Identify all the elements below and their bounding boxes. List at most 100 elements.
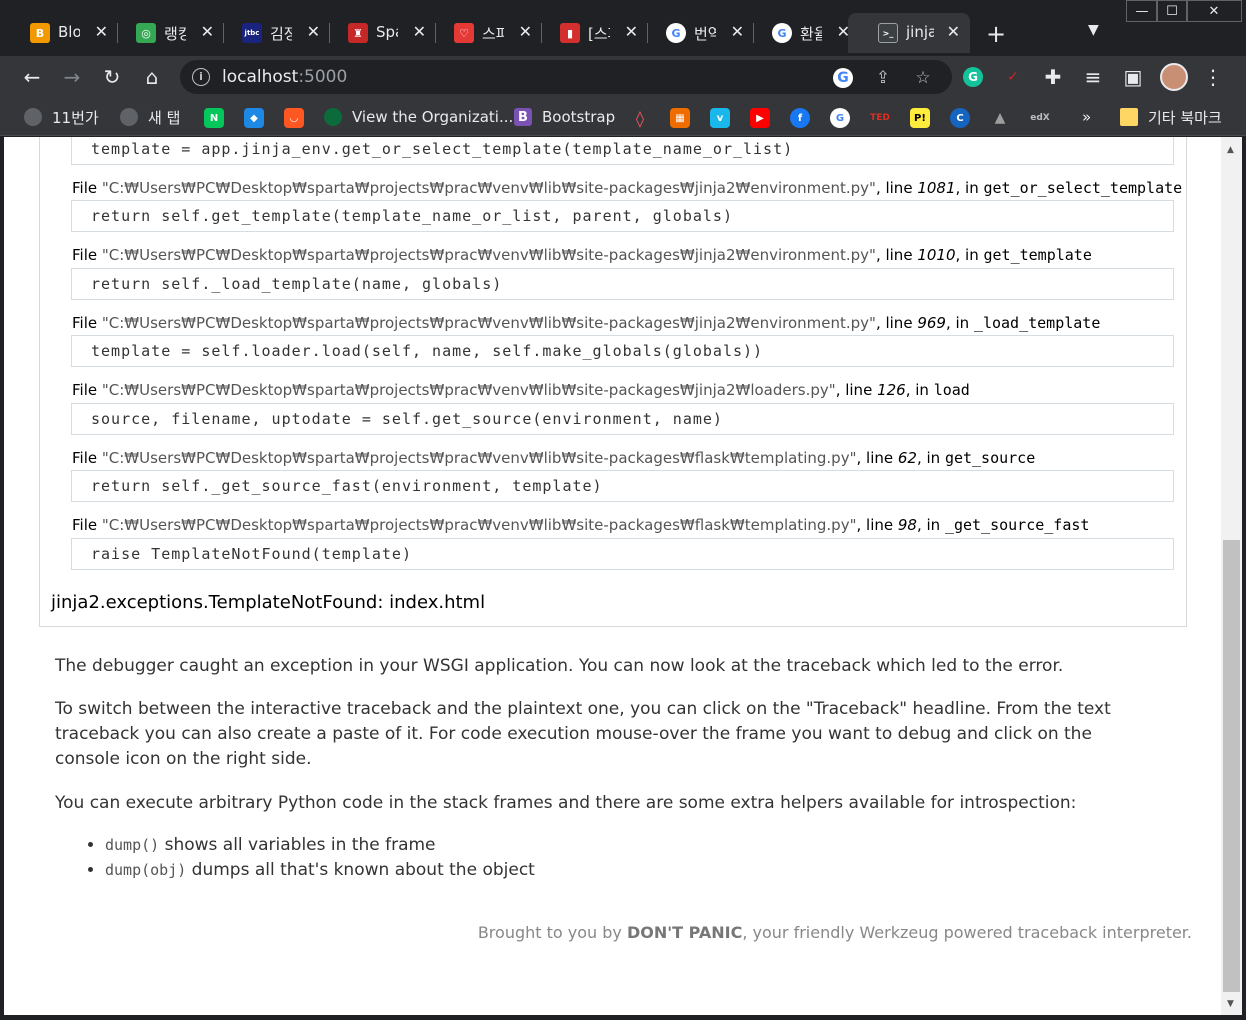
share-icon[interactable]: ⇪ (872, 67, 894, 89)
programmers-icon[interactable]: P! (910, 108, 930, 128)
frame-code[interactable]: return self._load_template(name, globals… (71, 268, 1174, 300)
address-bar[interactable]: i localhost:5000 G ⇪ ☆ (180, 60, 952, 94)
frame-file-line: File "C:₩Users₩PC₩Desktop₩sparta₩project… (72, 516, 1089, 534)
tab-search-chevron-icon[interactable]: ▼ (1088, 22, 1099, 38)
vimeo-icon[interactable]: v (710, 108, 730, 128)
scrollbar-thumb[interactable] (1223, 540, 1240, 992)
airbnb-icon[interactable]: ◊ (630, 108, 650, 128)
frame-path: "C:₩Users₩PC₩Desktop₩sparta₩projects₩pra… (101, 314, 876, 332)
vertical-scrollbar[interactable]: ▲ ▼ (1221, 137, 1242, 1015)
bookmarks-bar (0, 98, 1246, 136)
file-label: File (72, 179, 102, 197)
frame-function: _load_template (973, 314, 1101, 332)
checkmark-extension-icon[interactable]: ✓ (1000, 64, 1026, 90)
tab-sparta-2[interactable]: ♡ 스파 ✕ (424, 13, 542, 53)
frame-code[interactable]: return self._get_source_fast(environment… (71, 470, 1174, 502)
bookmark-label: Bootstrap (542, 108, 616, 126)
tab-title: 번역 (694, 25, 716, 43)
tab-blog[interactable]: B Blog ✕ (0, 13, 118, 53)
tab-sparta[interactable]: ♜ Spa ✕ (318, 13, 436, 53)
explanation-paragraph: To switch between the interactive traceb… (55, 699, 1111, 769)
frame-path: "C:₩Users₩PC₩Desktop₩sparta₩projects₩pra… (101, 179, 876, 197)
in-label: , in (955, 179, 984, 197)
new-tab-plus-icon[interactable]: + (986, 20, 1006, 48)
pocket-icon[interactable]: ◡ (284, 108, 304, 128)
bookmarks-overflow-button[interactable]: » (1082, 107, 1091, 127)
other-bookmarks-folder[interactable]: 기타 북마크 (1120, 107, 1222, 127)
tab-title: 랭킹 (164, 25, 186, 43)
bookmark-view-organization[interactable]: View the Organizati... (324, 107, 513, 127)
scroll-up-arrow-icon[interactable]: ▲ (1227, 145, 1234, 155)
file-label: File (72, 314, 102, 332)
close-tab-icon[interactable]: ✕ (947, 22, 960, 41)
reload-icon[interactable]: ↻ (99, 64, 125, 90)
side-panel-icon[interactable]: ▣ (1120, 64, 1146, 90)
tab-translate[interactable]: G 번역 ✕ (636, 13, 754, 53)
shop-icon[interactable]: ▦ (670, 108, 690, 128)
frame-line-number: 62 (897, 449, 917, 467)
tower-icon[interactable]: ▲ (990, 108, 1010, 128)
line-label: , line (835, 381, 878, 399)
media-control-icon[interactable]: ≡ (1080, 64, 1106, 90)
frame-code[interactable]: return self.get_template(template_name_o… (71, 200, 1174, 232)
bootstrap-icon: B (514, 108, 532, 126)
tab-jinja-active[interactable]: >_ jinja ✕ (848, 13, 970, 53)
in-label: , in (955, 246, 984, 264)
in-label: , in (916, 516, 945, 534)
frame-function: _get_source_fast (944, 516, 1090, 534)
url-text[interactable]: localhost:5000 (222, 67, 347, 87)
page-viewport: template = app.jinja_env.get_or_select_t… (4, 137, 1221, 1015)
forward-arrow-icon[interactable]: → (59, 64, 85, 90)
tab-title: 김정 (270, 25, 292, 43)
tab-title: [스파 (588, 25, 610, 43)
frame-code[interactable]: template = self.loader.load(self, name, … (71, 335, 1174, 367)
blogger-icon: B (30, 23, 50, 43)
maximize-button[interactable]: ☐ (1156, 0, 1188, 22)
globe-icon (24, 108, 42, 126)
bookmark-label: 기타 북마크 (1148, 108, 1222, 127)
tab-news[interactable]: jtbc 김정 ✕ (212, 13, 330, 53)
bookmark-11st[interactable]: 11번가 (24, 107, 99, 127)
facebook-icon[interactable]: f (790, 108, 810, 128)
google-icon: G (666, 23, 686, 43)
google-icon[interactable]: G (830, 108, 850, 128)
grammarly-extension-icon[interactable]: G (960, 64, 986, 90)
scroll-down-arrow-icon[interactable]: ▼ (1227, 999, 1234, 1009)
tab-ranking[interactable]: ◎ 랭킹 ✕ (106, 13, 224, 53)
line-label: , line (856, 449, 898, 467)
url-host: localhost (222, 67, 299, 87)
frame-line-number: 1010 (917, 246, 956, 264)
frame-path: "C:₩Users₩PC₩Desktop₩sparta₩projects₩pra… (101, 246, 876, 264)
helper-code: dump(obj) (105, 861, 187, 879)
naver-icon[interactable]: N (204, 108, 224, 128)
site-info-icon[interactable]: i (192, 68, 210, 86)
frame-path: "C:₩Users₩PC₩Desktop₩sparta₩projects₩pra… (101, 516, 857, 534)
heart-icon: ♡ (454, 23, 474, 43)
vscode-bookmark-icon[interactable]: ◆ (244, 108, 264, 128)
bookmark-bootstrap[interactable]: B Bootstrap (514, 107, 615, 127)
menu-kebab-icon[interactable]: ⋮ (1200, 64, 1226, 90)
google-lens-icon[interactable]: G (832, 67, 854, 89)
minimize-button[interactable]: — (1126, 0, 1158, 22)
bookmark-new-tab[interactable]: 새 탭 (120, 107, 180, 127)
jtbc-news-icon: jtbc (242, 23, 262, 43)
tab-title: jinja (906, 23, 934, 41)
tab-sparta-3[interactable]: ▮ [스파 ✕ (530, 13, 648, 53)
in-label: , in (916, 449, 945, 467)
frame-code[interactable]: raise TemplateNotFound(template) (71, 538, 1174, 570)
profile-avatar[interactable] (1160, 63, 1188, 91)
frame-code[interactable]: source, filename, uptodate = self.get_so… (71, 403, 1174, 435)
youtube-icon[interactable]: ▶ (750, 108, 770, 128)
c-bookmark-icon[interactable]: C (950, 108, 970, 128)
back-arrow-icon[interactable]: ← (19, 64, 45, 90)
ted-icon[interactable]: TED (870, 108, 890, 128)
bookmark-star-icon[interactable]: ☆ (912, 67, 934, 89)
tab-exchange-rate[interactable]: G 환율 ✕ (742, 13, 860, 53)
home-icon[interactable]: ⌂ (139, 64, 165, 90)
in-label: , in (905, 381, 934, 399)
helper-code: dump() (105, 836, 160, 854)
close-window-button[interactable]: ✕ (1186, 0, 1242, 22)
extensions-puzzle-icon[interactable]: ✚ (1040, 64, 1066, 90)
edx-icon[interactable]: edX (1030, 108, 1050, 128)
frame-code[interactable]: template = app.jinja_env.get_or_select_t… (71, 137, 1174, 165)
